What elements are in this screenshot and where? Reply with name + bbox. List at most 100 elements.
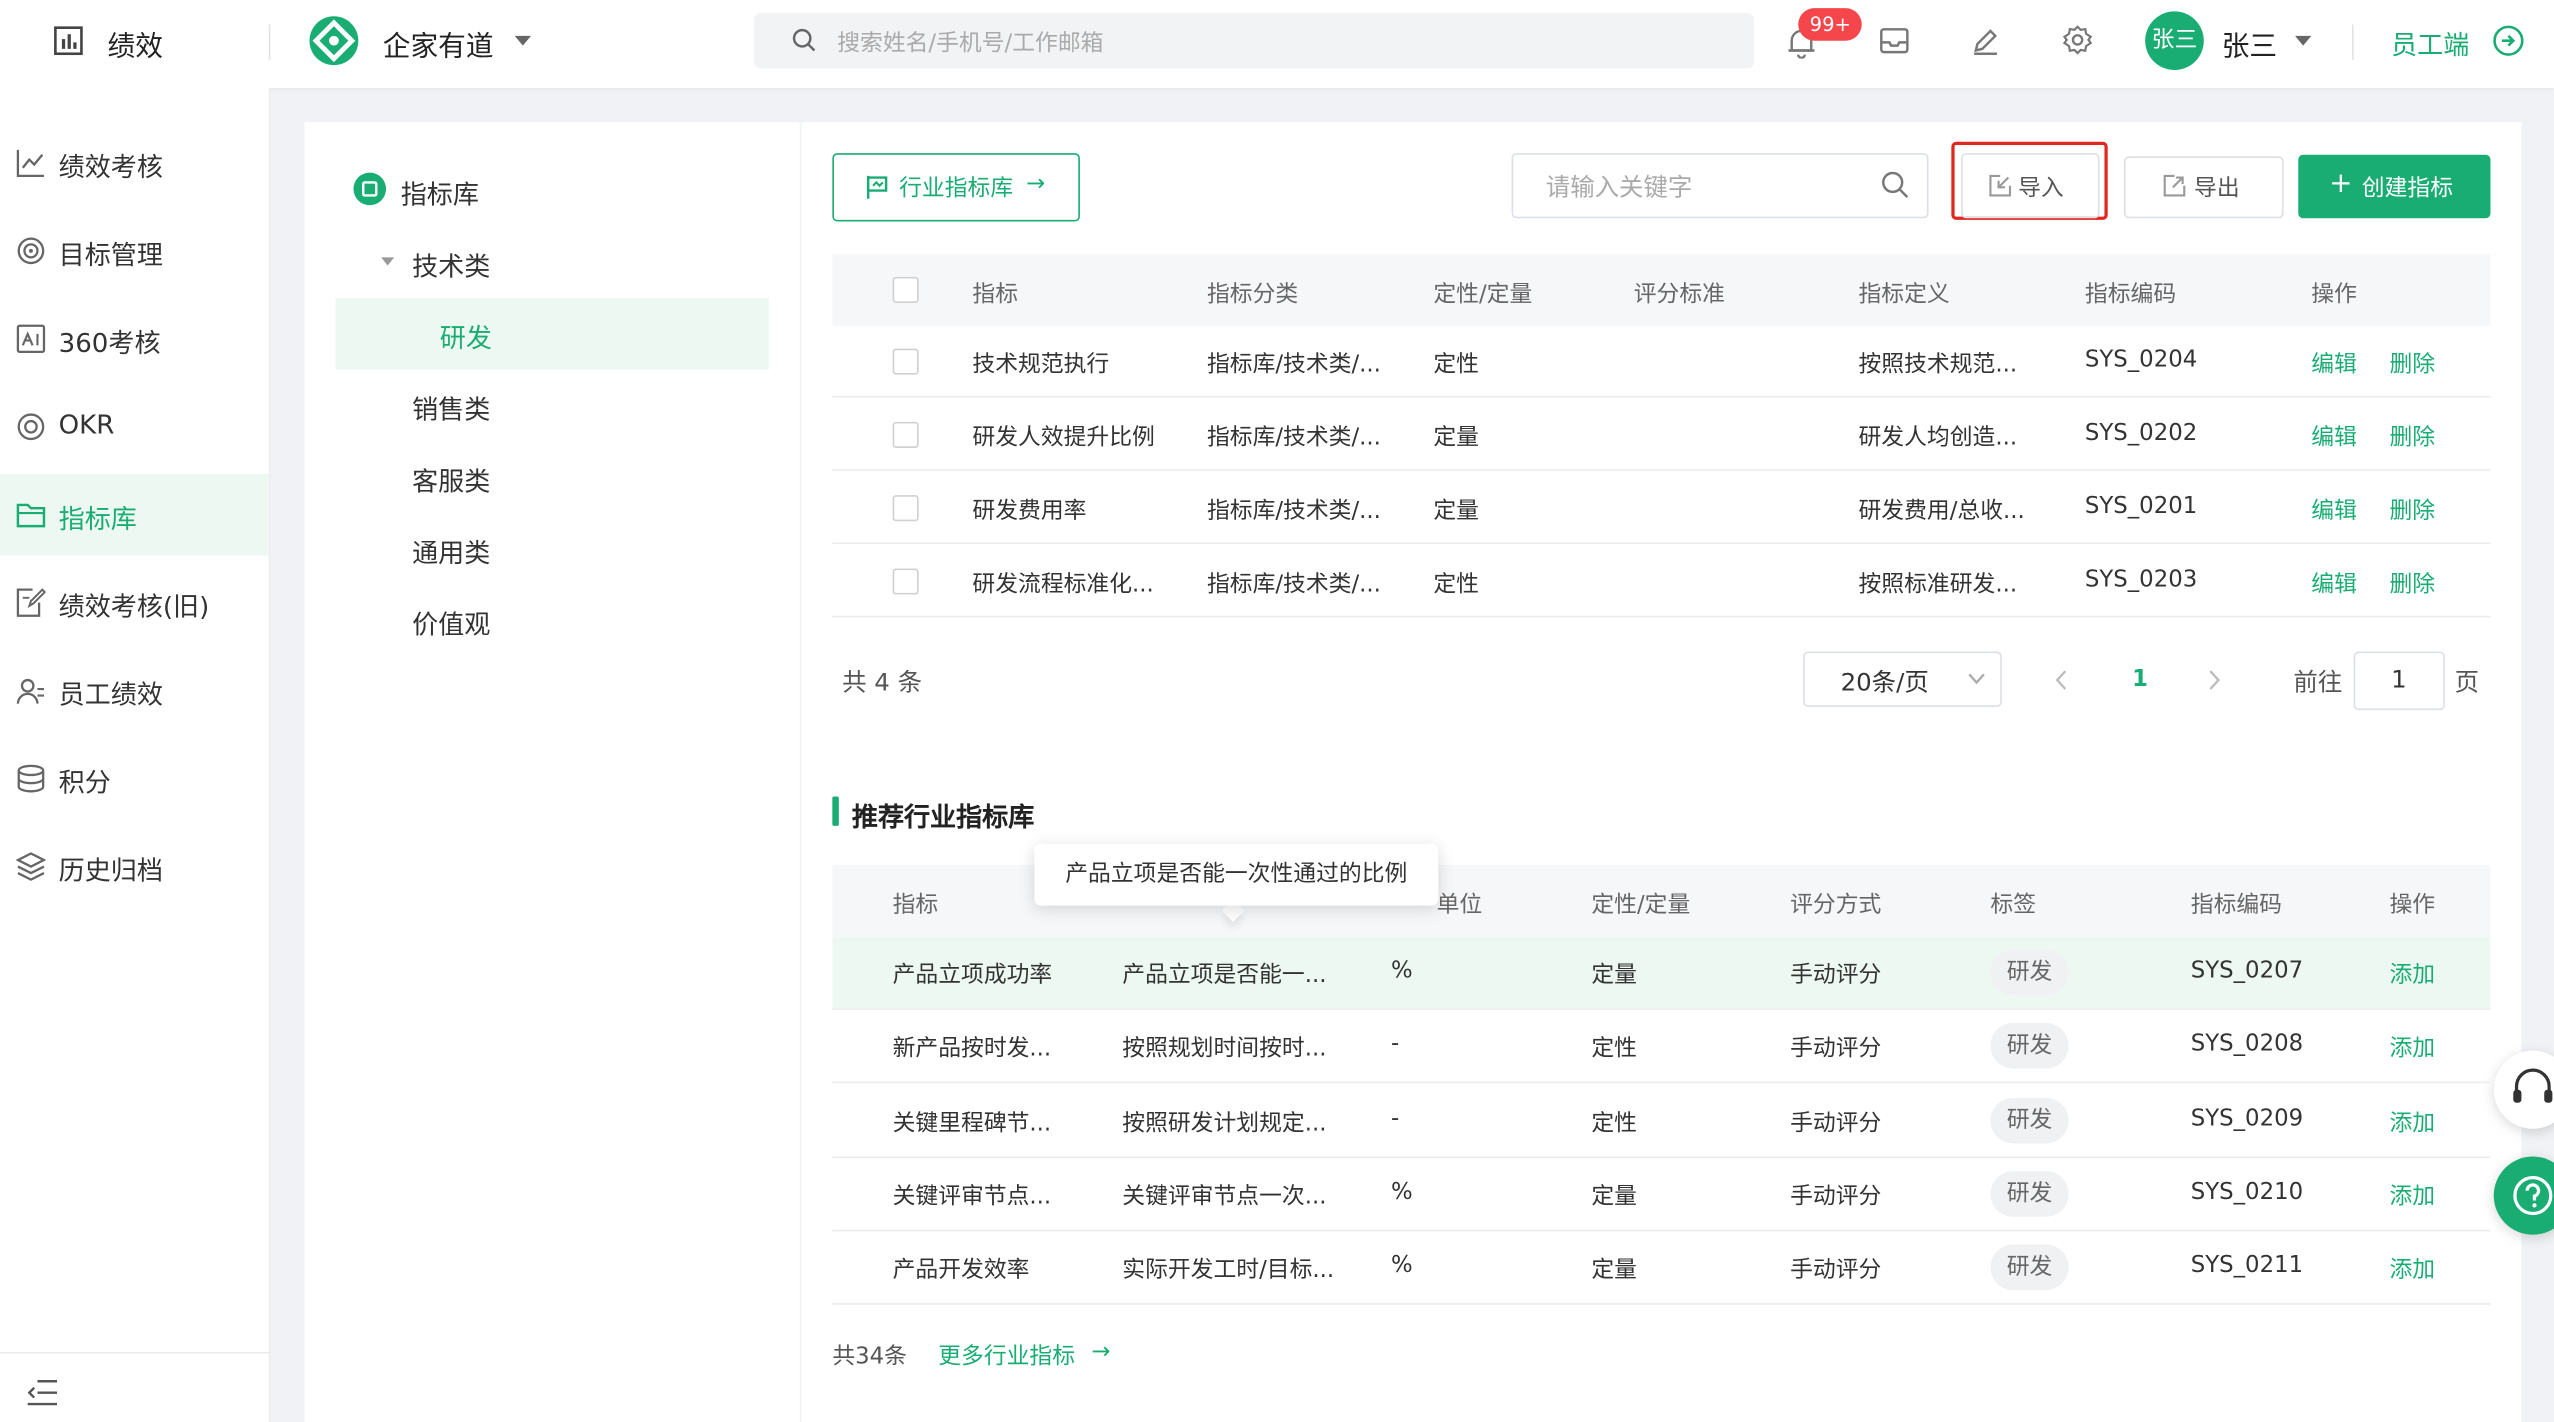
row-divider	[832, 1008, 2491, 1010]
tree-item-general[interactable]: 通用类	[412, 531, 490, 570]
tree-item-values[interactable]: 价值观	[412, 603, 490, 642]
recommend-type: 定量	[1591, 1184, 1637, 1211]
delete-link[interactable]: 删除	[2389, 494, 2435, 527]
add-link[interactable]: 添加	[2389, 1105, 2435, 1138]
recommend-code: SYS_0208	[2190, 1031, 2304, 1058]
row-divider	[832, 542, 2491, 545]
recommend-method: 手动评分	[1790, 1036, 1882, 1063]
prev-page-icon[interactable]	[2054, 669, 2067, 690]
recommend-type: 定量	[1591, 962, 1637, 989]
row-checkbox[interactable]	[892, 421, 919, 448]
delete-link[interactable]: 删除	[2389, 420, 2435, 453]
recommend-total: 共34条	[832, 1343, 907, 1370]
delete-link[interactable]: 删除	[2389, 567, 2435, 600]
divider	[268, 24, 271, 61]
edit-link[interactable]: 编辑	[2311, 494, 2357, 527]
target-icon	[17, 237, 45, 265]
row-divider	[832, 1303, 2491, 1306]
indicator-code: SYS_0203	[2084, 566, 2198, 593]
org-name[interactable]: 企家有道	[383, 23, 494, 64]
line-chart-icon	[16, 149, 44, 178]
tree-root[interactable]: 指标库	[401, 173, 479, 212]
database-icon	[17, 764, 45, 793]
sidebar-item[interactable]: 指标库	[0, 474, 269, 556]
sidebar-item[interactable]: 员工绩效	[0, 650, 269, 731]
row-divider	[832, 469, 2491, 471]
caret-down-icon[interactable]	[380, 256, 396, 269]
recommend-code: SYS_0207	[2190, 957, 2304, 984]
recommend-name: 产品开发效率	[892, 1257, 1030, 1284]
recommend-definition[interactable]: 按照研发计划规定...	[1122, 1105, 1326, 1138]
tree-item-sales[interactable]: 销售类	[412, 388, 490, 427]
more-industry-link[interactable]: 更多行业指标	[938, 1339, 1075, 1372]
recommend-definition[interactable]: 按照规划时间按时...	[1122, 1032, 1326, 1065]
tree-item-service[interactable]: 客服类	[412, 459, 490, 498]
recommend-definition[interactable]: 关键评审节点一次...	[1122, 1179, 1326, 1212]
indicator-definition: 研发费用/总收...	[1858, 498, 2025, 525]
column-header: 指标分类	[1206, 281, 1299, 308]
sidebar-item-label: 绩效考核(旧)	[58, 591, 210, 623]
sidebar-item[interactable]: 360考核	[0, 298, 269, 379]
column-header: 定性/定量	[1591, 892, 1691, 919]
row-checkbox[interactable]	[892, 495, 919, 522]
sidebar-item[interactable]: 积分	[0, 738, 269, 819]
avatar[interactable]: 张三	[2145, 11, 2204, 71]
edit-link[interactable]: 编辑	[2311, 567, 2357, 600]
add-link[interactable]: 添加	[2389, 958, 2435, 991]
sidebar-item[interactable]: 目标管理	[0, 210, 269, 291]
headset-icon	[2513, 1068, 2553, 1103]
sidebar-item[interactable]: 绩效考核	[0, 122, 269, 203]
column-header: 定性/定量	[1433, 281, 1533, 308]
user-dropdown-icon[interactable]	[2295, 35, 2312, 46]
staff-portal-link[interactable]: 员工端	[2391, 23, 2469, 62]
gear-icon[interactable]	[2062, 24, 2093, 55]
edit-link[interactable]: 编辑	[2311, 420, 2357, 453]
tree-group-tech[interactable]: 技术类	[412, 244, 490, 283]
tag-badge: 研发	[1990, 1023, 2069, 1070]
row-divider	[832, 1082, 2491, 1084]
select-all-checkbox[interactable]	[892, 276, 919, 303]
tree-item-rd[interactable]: 研发	[440, 316, 492, 355]
recommend-method: 手动评分	[1790, 1184, 1882, 1211]
org-dropdown-icon[interactable]	[514, 35, 531, 46]
recommend-definition[interactable]: 实际开发工时/目标...	[1122, 1253, 1334, 1286]
row-divider	[832, 395, 2491, 398]
search-icon	[792, 28, 816, 52]
next-page-icon[interactable]	[2209, 669, 2222, 690]
search-icon[interactable]	[1881, 171, 1909, 199]
indicator-category: 指标库/技术类/...	[1206, 571, 1381, 598]
layers-icon	[16, 852, 46, 881]
current-page[interactable]: 1	[2132, 666, 2148, 692]
edit-link[interactable]: 编辑	[2311, 347, 2357, 380]
column-header: 操作	[2389, 892, 2436, 919]
indicator-definition: 按照标准研发...	[1858, 571, 2018, 598]
inbox-icon[interactable]	[1880, 26, 1909, 55]
pen-icon[interactable]	[1971, 26, 2000, 55]
flag-icon	[866, 175, 888, 199]
add-link[interactable]: 添加	[2389, 1032, 2435, 1065]
collapse-menu-icon[interactable]	[26, 1378, 59, 1407]
recommend-name: 关键里程碑节...	[892, 1110, 1052, 1137]
recommend-unit: -	[1391, 1105, 1400, 1132]
sidebar-item[interactable]: 绩效考核(旧)	[0, 562, 269, 643]
recommend-definition[interactable]: 产品立项是否能一...	[1122, 958, 1326, 991]
add-link[interactable]: 添加	[2389, 1179, 2435, 1212]
row-checkbox[interactable]	[892, 568, 919, 595]
recommend-type: 定性	[1591, 1036, 1637, 1063]
row-divider	[832, 1229, 2491, 1232]
export-icon	[2163, 174, 2186, 197]
tag-badge: 研发	[1990, 949, 2069, 996]
add-link[interactable]: 添加	[2389, 1253, 2435, 1286]
sidebar-item[interactable]: OKR	[0, 386, 269, 467]
row-checkbox[interactable]	[892, 348, 919, 375]
sidebar-item-label: 绩效考核	[58, 151, 163, 183]
indicator-category: 指标库/技术类/...	[1206, 498, 1381, 525]
page-suffix: 页	[2454, 667, 2480, 698]
column-header: 标签	[1990, 892, 2037, 919]
arrow-circle-icon[interactable]	[2492, 24, 2525, 57]
user-name[interactable]: 张三	[2222, 23, 2277, 64]
sidebar-item[interactable]: 历史归档	[0, 826, 269, 907]
customer-service-button[interactable]	[2493, 1050, 2554, 1129]
delete-link[interactable]: 删除	[2389, 347, 2435, 380]
help-button[interactable]	[2493, 1156, 2554, 1235]
